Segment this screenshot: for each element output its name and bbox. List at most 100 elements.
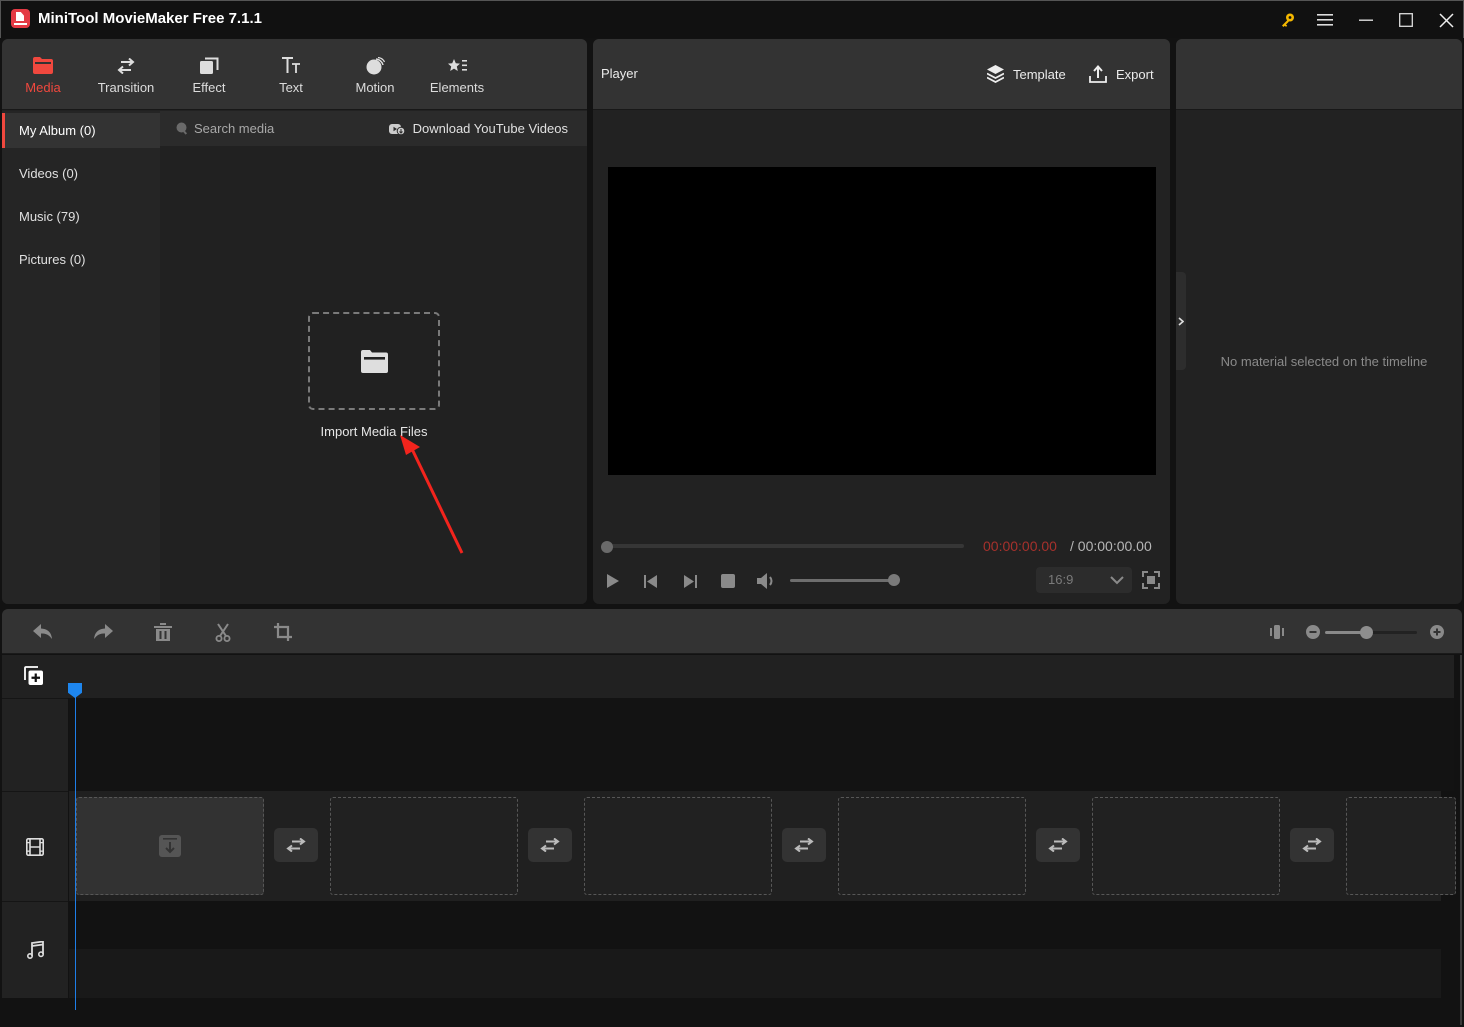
clip-slot[interactable] xyxy=(1092,797,1280,895)
annotation-arrow-icon xyxy=(400,435,464,554)
audio-track[interactable] xyxy=(69,949,1441,998)
tab-effect[interactable]: Effect xyxy=(178,39,240,110)
clip-slot-drop-target[interactable] xyxy=(76,797,264,895)
close-button[interactable] xyxy=(1432,7,1460,33)
player-header: Player Template Export xyxy=(593,39,1170,110)
app-logo-icon xyxy=(11,9,30,28)
redo-button[interactable] xyxy=(91,621,115,643)
transition-slot-button[interactable] xyxy=(274,828,318,862)
download-youtube-button[interactable]: Download YouTube Videos xyxy=(388,111,568,146)
tab-media[interactable]: Media xyxy=(12,39,74,110)
zoom-in-icon xyxy=(1430,625,1444,639)
menu-button[interactable] xyxy=(1311,7,1339,33)
app-title: MiniTool MovieMaker Free 7.1.1 xyxy=(38,10,262,27)
player-title: Player xyxy=(601,66,638,81)
video-preview-screen[interactable] xyxy=(608,167,1156,475)
fit-to-timeline-icon xyxy=(1270,625,1284,639)
sidebar-item-my-album[interactable]: My Album (0) xyxy=(2,113,160,148)
zoom-out-button[interactable] xyxy=(1301,621,1325,643)
crop-icon xyxy=(274,623,292,641)
aspect-ratio-select[interactable]: 16:9 xyxy=(1036,567,1132,593)
media-toolbar: Search media Download YouTube Videos xyxy=(160,111,587,146)
undo-button[interactable] xyxy=(31,621,55,643)
sidebar-item-videos[interactable]: Videos (0) xyxy=(2,156,160,191)
scissors-icon xyxy=(215,622,231,642)
media-tab-bar: Media Transition Effect Text Motion Elem… xyxy=(2,39,587,110)
tab-elements[interactable]: Elements xyxy=(424,39,490,110)
sidebar-item-music[interactable]: Music (79) xyxy=(2,199,160,234)
volume-slider[interactable] xyxy=(790,579,893,582)
chevron-down-icon xyxy=(1110,576,1124,585)
clip-slot[interactable] xyxy=(584,797,772,895)
motion-icon xyxy=(366,55,385,77)
swap-arrows-icon xyxy=(794,838,814,852)
tab-text-label: Text xyxy=(279,79,303,95)
template-button[interactable]: Template xyxy=(987,63,1066,85)
template-label: Template xyxy=(1013,66,1066,82)
volume-button[interactable] xyxy=(756,571,778,591)
trash-icon xyxy=(154,622,172,641)
sidebar-item-pictures[interactable]: Pictures (0) xyxy=(2,242,160,277)
fullscreen-icon[interactable] xyxy=(1142,571,1160,589)
no-selection-message: No material selected on the timeline xyxy=(1220,354,1428,369)
track-header-audio xyxy=(2,901,68,998)
add-track-button[interactable] xyxy=(24,666,46,688)
clip-slot[interactable] xyxy=(330,797,518,895)
previous-frame-button[interactable] xyxy=(639,571,661,591)
export-button[interactable]: Export xyxy=(1089,63,1154,85)
search-media-input[interactable]: Search media xyxy=(176,111,274,146)
search-icon xyxy=(176,122,188,135)
next-frame-button[interactable] xyxy=(679,571,701,591)
seek-bar[interactable] xyxy=(606,544,964,548)
playhead-line xyxy=(75,697,76,1010)
current-time: 00:00:00.00 xyxy=(983,538,1057,554)
maximize-button[interactable] xyxy=(1392,7,1420,33)
tab-transition[interactable]: Transition xyxy=(90,39,162,110)
timeline-zoom-handle[interactable] xyxy=(1360,626,1373,639)
stop-icon xyxy=(721,574,735,588)
timeline-panel xyxy=(2,609,1462,1025)
timeline-scrollbar[interactable] xyxy=(1460,655,1462,1025)
transition-slot-button[interactable] xyxy=(1290,828,1334,862)
maximize-icon xyxy=(1399,13,1413,27)
add-track-icon xyxy=(24,666,43,685)
volume-handle[interactable] xyxy=(888,574,900,586)
zoom-in-button[interactable] xyxy=(1425,621,1449,643)
timeline-ruler[interactable] xyxy=(2,655,1454,698)
fit-timeline-button[interactable] xyxy=(1265,621,1289,643)
transition-slot-button[interactable] xyxy=(528,828,572,862)
activation-key-button[interactable] xyxy=(1274,7,1302,33)
search-placeholder: Search media xyxy=(194,121,275,136)
delete-button[interactable] xyxy=(151,621,175,643)
timeline-toolbar xyxy=(2,609,1462,654)
youtube-download-icon xyxy=(388,123,405,135)
split-button[interactable] xyxy=(211,621,235,643)
clip-slot[interactable] xyxy=(838,797,1026,895)
play-button[interactable] xyxy=(602,571,624,591)
elements-icon xyxy=(447,55,467,77)
folder-icon xyxy=(33,55,53,77)
transition-slot-button[interactable] xyxy=(1036,828,1080,862)
redo-icon xyxy=(94,624,113,639)
import-media-dropzone[interactable] xyxy=(308,312,440,410)
stop-button[interactable] xyxy=(717,571,739,591)
swap-arrows-icon xyxy=(286,838,306,852)
aspect-ratio-value: 16:9 xyxy=(1048,572,1074,587)
tab-media-label: Media xyxy=(25,79,61,95)
transition-slot-button[interactable] xyxy=(782,828,826,862)
track-header-video xyxy=(2,791,68,901)
skip-back-icon xyxy=(643,574,657,588)
tab-text[interactable]: Text xyxy=(260,39,322,110)
seek-handle[interactable] xyxy=(601,541,613,553)
clip-slot[interactable] xyxy=(1346,797,1456,895)
undo-icon xyxy=(33,624,52,639)
key-icon xyxy=(1282,13,1294,27)
swap-arrows-icon xyxy=(116,55,136,77)
minimize-button[interactable] xyxy=(1352,7,1380,33)
crop-button[interactable] xyxy=(271,621,295,643)
swap-arrows-icon xyxy=(540,838,560,852)
tab-motion[interactable]: Motion xyxy=(344,39,406,110)
menu-icon xyxy=(1317,14,1333,26)
swap-arrows-icon xyxy=(1048,838,1068,852)
overlay-track[interactable] xyxy=(69,698,1454,791)
